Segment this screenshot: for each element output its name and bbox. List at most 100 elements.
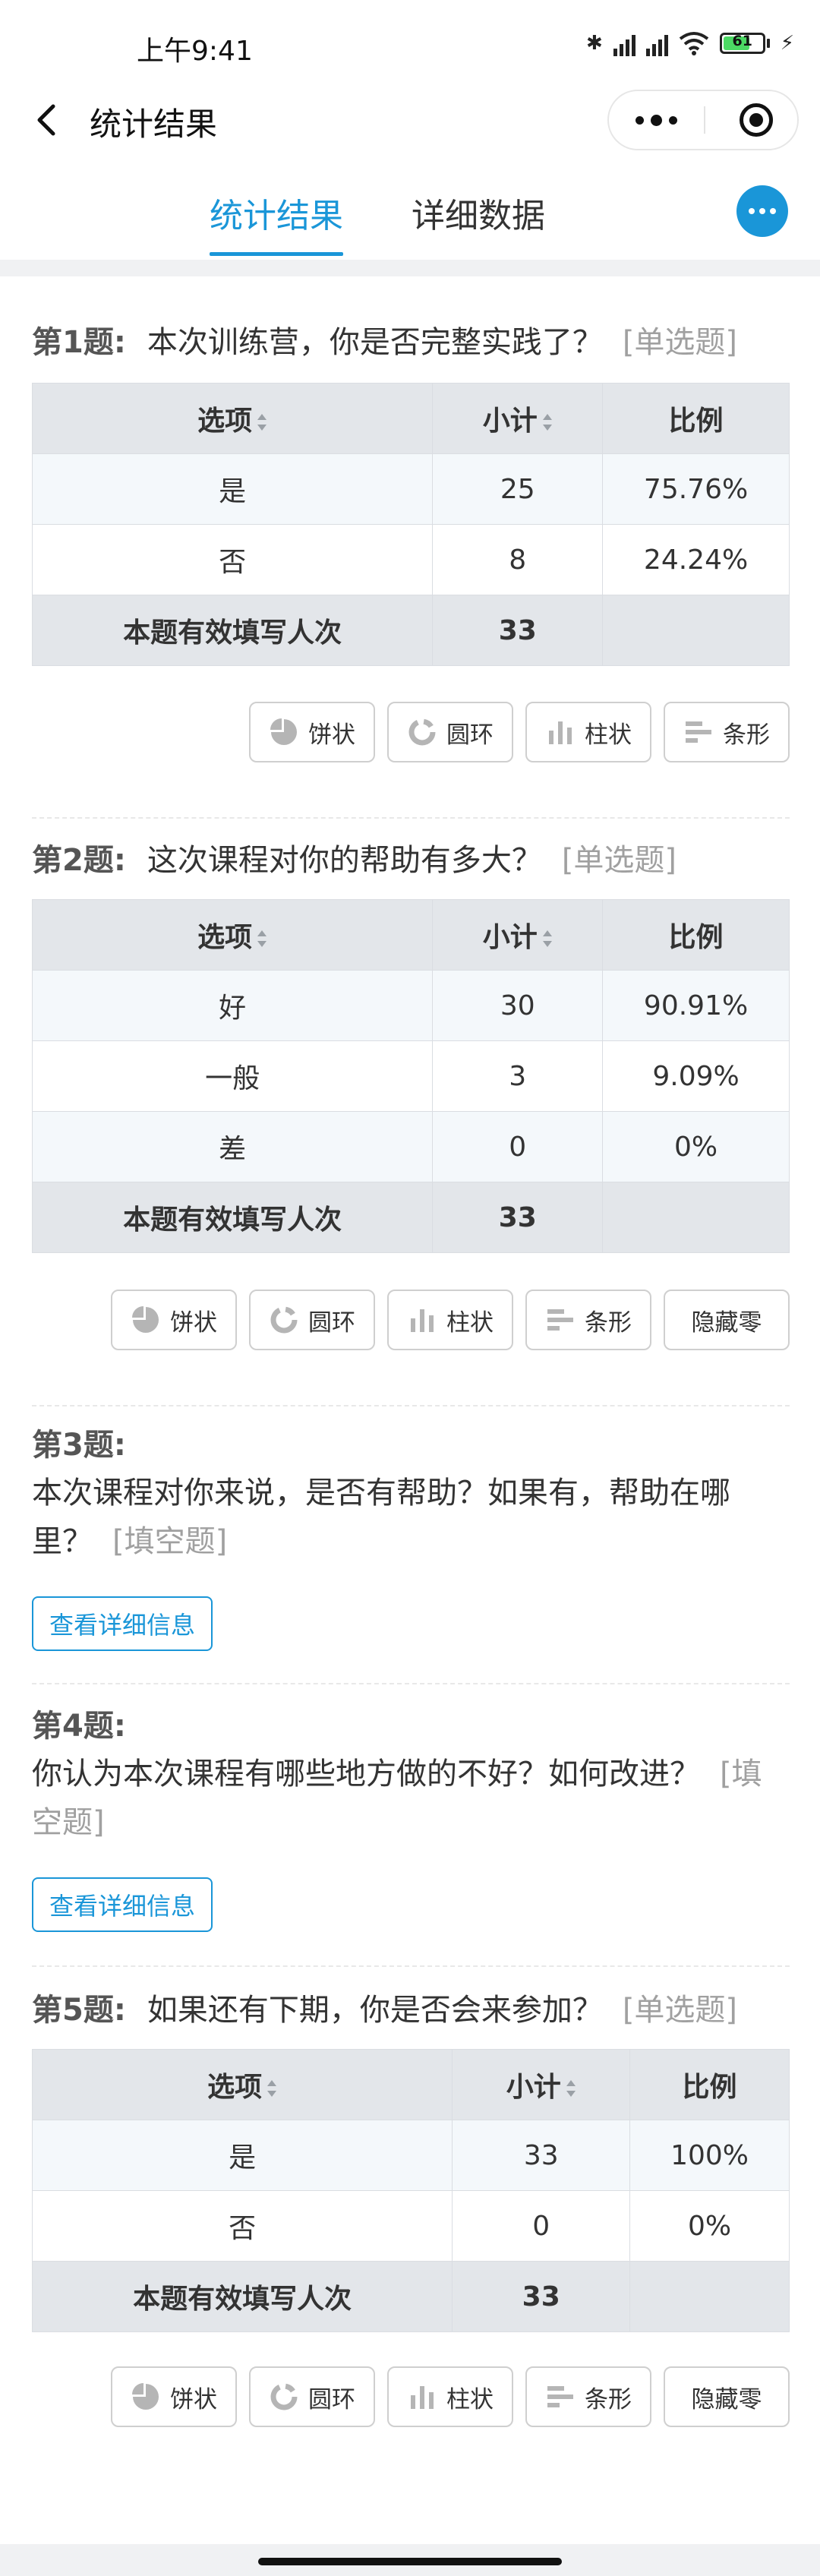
sort-icon[interactable] bbox=[542, 414, 553, 431]
question-number: 第5题: bbox=[32, 1993, 126, 2028]
wifi-icon bbox=[679, 32, 708, 55]
bar-chart-button[interactable]: 柱状 bbox=[525, 702, 651, 762]
chart-type-buttons: 饼状 圆环 柱状 条形 隐藏零 bbox=[111, 2366, 790, 2427]
view-details-button[interactable]: 查看详细信息 bbox=[32, 1596, 213, 1651]
sort-icon[interactable] bbox=[257, 930, 267, 947]
close-miniprogram-icon[interactable] bbox=[740, 103, 773, 137]
tab-details[interactable]: 详细数据 bbox=[412, 188, 545, 237]
ring-chart-icon bbox=[270, 2383, 298, 2410]
ring-chart-icon bbox=[270, 1306, 298, 1334]
question-header: 第2题: 这次课程对你的帮助有多大？ [单选题] bbox=[32, 840, 790, 881]
strip-chart-button[interactable]: 条形 bbox=[525, 1290, 651, 1350]
header-option[interactable]: 选项 bbox=[31, 2049, 453, 2120]
view-details-button[interactable]: 查看详细信息 bbox=[32, 1877, 213, 1932]
stats-table: 选项 小计 比例 是 25 75.76% 否 8 24.24% 本题有效填写人次 33 bbox=[31, 383, 790, 666]
nav-bar: 统计结果 bbox=[0, 85, 820, 153]
status-bar: 上午9:41 ✱ 61 ⚡ bbox=[0, 0, 820, 91]
ring-chart-icon bbox=[408, 718, 436, 746]
total-row: 本题有效填写人次 33 bbox=[31, 1182, 790, 1253]
strip-chart-button[interactable]: 条形 bbox=[525, 2366, 651, 2427]
sort-icon[interactable] bbox=[266, 2080, 277, 2097]
total-row: 本题有效填写人次 33 bbox=[31, 2261, 790, 2332]
header-count[interactable]: 小计 bbox=[432, 383, 604, 454]
pie-chart-button[interactable]: 饼状 bbox=[111, 1290, 237, 1350]
pie-chart-icon bbox=[132, 2383, 159, 2410]
header-option[interactable]: 选项 bbox=[31, 383, 434, 454]
strip-chart-button[interactable]: 条形 bbox=[664, 702, 790, 762]
pie-chart-button[interactable]: 饼状 bbox=[111, 2366, 237, 2427]
question-text: 如果还有下期，你是否会来参加？ bbox=[147, 1993, 603, 2028]
pie-chart-icon bbox=[270, 718, 297, 745]
stats-table: 选项 小计 比例 是 33 100% 否 0 0% 本题有效填写人次 33 bbox=[31, 2049, 790, 2332]
more-options-icon[interactable] bbox=[609, 91, 704, 149]
tab-statistics[interactable]: 统计结果 bbox=[210, 188, 343, 237]
ring-chart-button[interactable]: 圆环 bbox=[387, 702, 513, 762]
sort-icon[interactable] bbox=[542, 930, 553, 947]
header-ratio: 比例 bbox=[602, 899, 790, 971]
capsule-divider bbox=[704, 106, 705, 134]
status-time: 上午9:41 bbox=[137, 36, 253, 67]
hide-zero-button[interactable]: 隐藏零 bbox=[664, 1290, 790, 1350]
pie-chart-button[interactable]: 饼状 bbox=[249, 702, 375, 762]
question-type: [填空题] bbox=[112, 1524, 228, 1559]
question-header: 第1题: 本次训练营，你是否完整实践了？ [单选题] bbox=[32, 322, 790, 363]
table-row: 否 0 0% bbox=[31, 2190, 790, 2262]
question-type: [单选题] bbox=[561, 843, 677, 878]
header-count[interactable]: 小计 bbox=[452, 2049, 631, 2120]
strip-chart-icon bbox=[686, 721, 711, 743]
question-2: 第2题: 这次课程对你的帮助有多大？ [单选题] 选项 小计 比例 好 30 90.91… bbox=[31, 840, 790, 1387]
table-row: 一般 3 9.09% bbox=[31, 1040, 790, 1112]
home-indicator[interactable] bbox=[258, 2558, 562, 2565]
battery-level: 61 bbox=[732, 33, 752, 49]
question-number: 第2题: bbox=[32, 843, 126, 878]
question-text: 本次训练营，你是否完整实践了？ bbox=[147, 325, 603, 360]
strip-chart-icon bbox=[547, 2386, 573, 2407]
sort-icon[interactable] bbox=[566, 2080, 576, 2097]
signal-icon bbox=[613, 30, 636, 56]
stats-table: 选项 小计 比例 好 30 90.91% 一般 3 9.09% 差 0 0% 本题有效填写人… bbox=[31, 899, 790, 1253]
header-count[interactable]: 小计 bbox=[432, 899, 604, 971]
bar-chart-icon bbox=[411, 1309, 434, 1332]
question-5: 第5题: 如果还有下期，你是否会来参加？ [单选题] 选项 小计 比例 是 33 100… bbox=[31, 1990, 790, 2445]
chart-type-buttons: 饼状 圆环 柱状 条形 隐藏零 bbox=[111, 1290, 790, 1350]
table-row: 好 30 90.91% bbox=[31, 970, 790, 1041]
back-arrow-icon[interactable] bbox=[26, 97, 71, 143]
question-type: [单选题] bbox=[622, 1993, 738, 2028]
ring-chart-button[interactable]: 圆环 bbox=[249, 2366, 375, 2427]
section-separator bbox=[0, 260, 820, 276]
header-ratio: 比例 bbox=[602, 383, 790, 454]
table-row: 差 0 0% bbox=[31, 1111, 790, 1182]
bar-chart-button[interactable]: 柱状 bbox=[387, 1290, 513, 1350]
question-divider bbox=[32, 1965, 790, 1967]
page-title: 统计结果 bbox=[90, 106, 218, 143]
question-body: 本次课程对你来说，是否有帮助？如果有，帮助在哪里？ [填空题] bbox=[32, 1469, 761, 1566]
question-text: 这次课程对你的帮助有多大？ bbox=[147, 843, 542, 878]
question-header: 第5题: 如果还有下期，你是否会来参加？ [单选题] bbox=[32, 1990, 790, 2031]
signal-icon-2 bbox=[645, 30, 668, 56]
question-divider bbox=[32, 1405, 790, 1406]
question-3: 第3题: 本次课程对你来说，是否有帮助？如果有，帮助在哪里？ [填空题] 查看详细… bbox=[32, 1425, 790, 1660]
battery-icon: 61 bbox=[719, 33, 770, 54]
question-divider bbox=[32, 1683, 790, 1684]
question-text: 你认为本次课程有哪些地方做的不好？如何改进？ bbox=[32, 1757, 700, 1792]
ring-chart-button[interactable]: 圆环 bbox=[249, 1290, 375, 1350]
question-number: 第3题: bbox=[32, 1428, 126, 1463]
table-row: 是 25 75.76% bbox=[31, 453, 790, 525]
hide-zero-button[interactable]: 隐藏零 bbox=[664, 2366, 790, 2427]
question-4: 第4题: 你认为本次课程有哪些地方做的不好？如何改进？ [填空题] 查看详细信息 bbox=[32, 1706, 790, 1941]
table-row: 否 8 24.24% bbox=[31, 524, 790, 595]
more-menu-button[interactable] bbox=[736, 185, 788, 237]
active-tab-indicator bbox=[210, 252, 343, 256]
header-option[interactable]: 选项 bbox=[31, 899, 434, 971]
strip-chart-icon bbox=[547, 1309, 573, 1331]
bar-chart-button[interactable]: 柱状 bbox=[387, 2366, 513, 2427]
question-number: 第4题: bbox=[32, 1709, 126, 1744]
sort-icon[interactable] bbox=[257, 414, 267, 431]
pie-chart-icon bbox=[132, 1306, 159, 1333]
table-row: 是 33 100% bbox=[31, 2120, 790, 2191]
tab-bar: 统计结果 详细数据 bbox=[0, 166, 820, 258]
charging-icon: ⚡ bbox=[780, 32, 794, 55]
header-ratio: 比例 bbox=[629, 2049, 790, 2120]
status-icons: ✱ 61 ⚡ bbox=[586, 30, 794, 56]
miniprogram-capsule bbox=[607, 90, 799, 150]
